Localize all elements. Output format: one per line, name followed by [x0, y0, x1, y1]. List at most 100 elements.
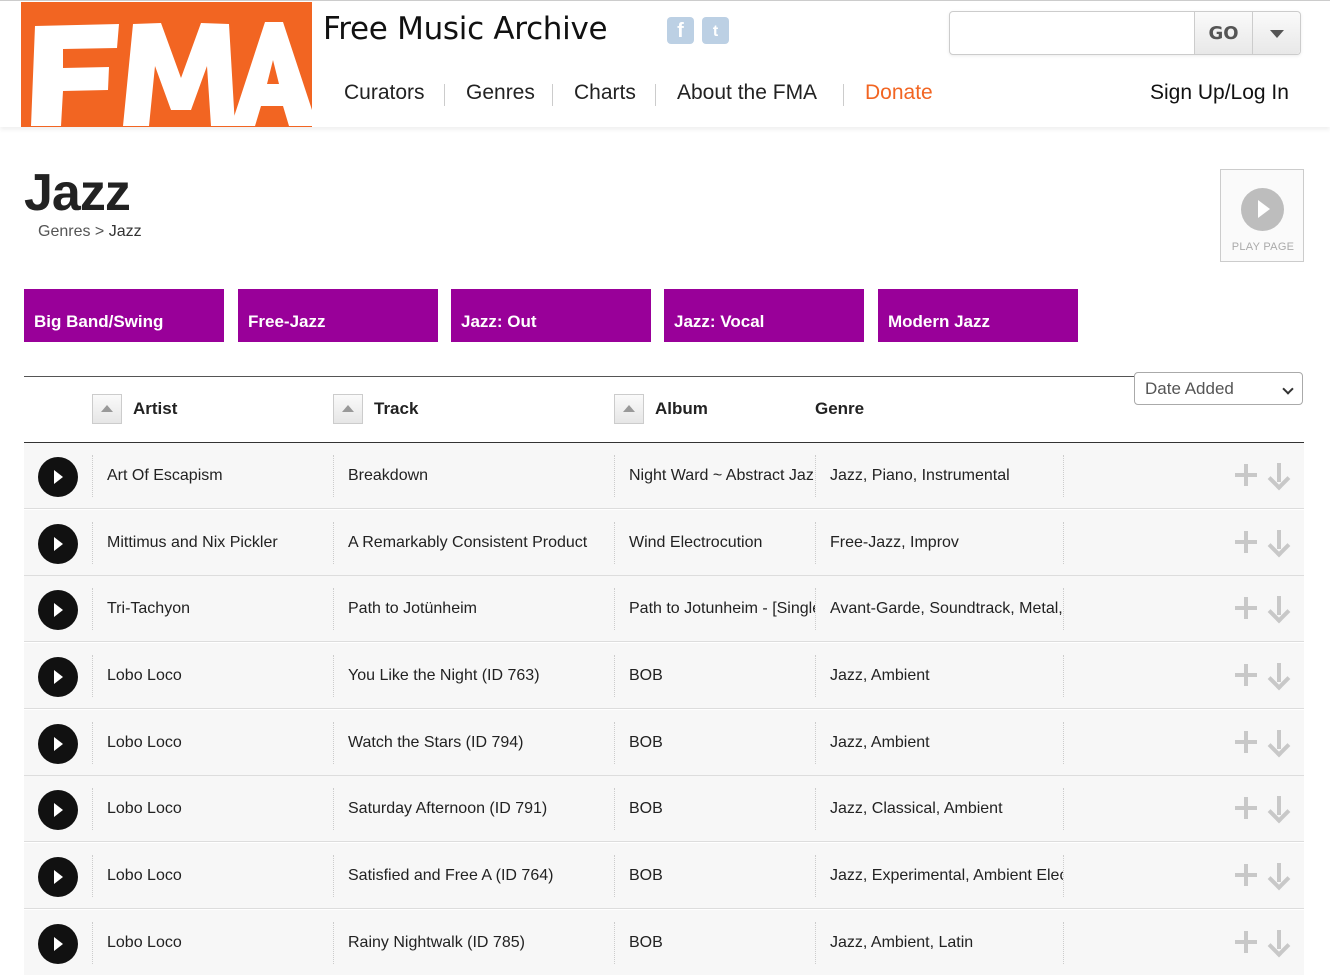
track-link[interactable]: Satisfied and Free A (ID 764): [348, 843, 614, 909]
site-title[interactable]: Free Music Archive: [323, 11, 608, 47]
nav-charts[interactable]: Charts: [552, 81, 636, 106]
play-track-button[interactable]: [38, 924, 78, 964]
table-row: Mittimus and Nix Pickler A Remarkably Con…: [24, 510, 1304, 576]
album-link[interactable]: BOB: [629, 643, 815, 709]
sort-track-button[interactable]: [333, 394, 363, 424]
album-link[interactable]: BOB: [629, 843, 815, 909]
download-icon[interactable]: [1267, 663, 1291, 687]
genre-links[interactable]: Jazz, Ambient: [830, 710, 1063, 776]
table-top-rule: [24, 376, 1134, 377]
album-link[interactable]: Wind Electrocution: [629, 510, 815, 576]
facebook-icon[interactable]: f: [667, 17, 694, 44]
download-icon[interactable]: [1267, 463, 1291, 487]
artist-link[interactable]: Tri-Tachyon: [107, 576, 337, 642]
play-track-button[interactable]: [38, 657, 78, 697]
artist-link[interactable]: Mittimus and Nix Pickler: [107, 510, 337, 576]
add-to-playlist-icon[interactable]: [1235, 531, 1257, 553]
go-button[interactable]: GO: [1194, 12, 1252, 54]
column-divider: [1063, 788, 1064, 830]
add-to-playlist-icon[interactable]: [1235, 664, 1257, 686]
breadcrumb-genres[interactable]: Genres: [38, 223, 90, 240]
artist-link[interactable]: Lobo Loco: [107, 643, 337, 709]
subgenre-jazz-out[interactable]: Jazz: Out: [451, 289, 651, 342]
column-header-genre: Genre: [815, 399, 865, 418]
column-divider: [815, 455, 816, 497]
table-row: Lobo Loco Satisfied and Free A (ID 764) BO…: [24, 843, 1304, 909]
download-icon[interactable]: [1267, 930, 1291, 954]
sort-order-select[interactable]: Date Added: [1134, 372, 1303, 405]
artist-link[interactable]: Art Of Escapism: [107, 443, 337, 509]
search-box: GO: [949, 11, 1301, 55]
column-divider: [333, 922, 334, 964]
album-link[interactable]: BOB: [629, 910, 815, 975]
genre-links[interactable]: Jazz, Ambient: [830, 643, 1063, 709]
track-link[interactable]: Rainy Nightwalk (ID 785): [348, 910, 614, 975]
add-to-playlist-icon[interactable]: [1235, 731, 1257, 753]
signup-login-link[interactable]: Sign Up/Log In: [1150, 81, 1289, 105]
search-input[interactable]: [950, 12, 1194, 54]
play-track-button[interactable]: [38, 724, 78, 764]
nav-curators[interactable]: Curators: [344, 81, 425, 105]
fma-logo-mark: [21, 2, 312, 127]
sort-artist-button[interactable]: [92, 394, 122, 424]
add-to-playlist-icon[interactable]: [1235, 864, 1257, 886]
track-link[interactable]: Saturday Afternoon (ID 791): [348, 776, 614, 842]
column-divider: [614, 588, 615, 630]
genre-links[interactable]: Free-Jazz, Improv: [830, 510, 1063, 576]
genre-links[interactable]: Jazz, Ambient, Latin: [830, 910, 1063, 975]
track-link[interactable]: A Remarkably Consistent Product: [348, 510, 614, 576]
play-page-button[interactable]: PLAY PAGE: [1220, 169, 1304, 262]
add-to-playlist-icon[interactable]: [1235, 931, 1257, 953]
track-link[interactable]: Breakdown: [348, 443, 614, 509]
add-to-playlist-icon[interactable]: [1235, 597, 1257, 619]
play-page-label: PLAY PAGE: [1231, 241, 1295, 253]
genre-links[interactable]: Avant-Garde, Soundtrack, Metal,: [830, 576, 1063, 642]
genre-links[interactable]: Jazz, Piano, Instrumental: [830, 443, 1063, 509]
download-icon[interactable]: [1267, 863, 1291, 887]
search-options-dropdown[interactable]: [1252, 12, 1300, 54]
album-link[interactable]: Path to Jotunheim - [Single: [629, 576, 815, 642]
column-divider: [92, 788, 93, 830]
play-track-button[interactable]: [38, 457, 78, 497]
nav-about[interactable]: About the FMA: [654, 81, 817, 106]
artist-link[interactable]: Lobo Loco: [107, 843, 337, 909]
artist-link[interactable]: Lobo Loco: [107, 710, 337, 776]
column-header-album: Album: [655, 399, 708, 418]
table-row: Lobo Loco Watch the Stars (ID 794) BOB Jazz…: [24, 710, 1304, 776]
play-track-button[interactable]: [38, 857, 78, 897]
download-icon[interactable]: [1267, 530, 1291, 554]
download-icon[interactable]: [1267, 596, 1291, 620]
sort-album-button[interactable]: [614, 394, 644, 424]
subgenre-free-jazz[interactable]: Free-Jazz: [238, 289, 438, 342]
album-link[interactable]: BOB: [629, 776, 815, 842]
table-row: Tri-Tachyon Path to Jotünheim Path to Jotu…: [24, 576, 1304, 642]
track-link[interactable]: Watch the Stars (ID 794): [348, 710, 614, 776]
album-link[interactable]: BOB: [629, 710, 815, 776]
subgenre-jazz-vocal[interactable]: Jazz: Vocal: [664, 289, 864, 342]
artist-link[interactable]: Lobo Loco: [107, 910, 337, 975]
play-track-button[interactable]: [38, 790, 78, 830]
download-icon[interactable]: [1267, 730, 1291, 754]
play-track-button[interactable]: [38, 590, 78, 630]
add-to-playlist-icon[interactable]: [1235, 464, 1257, 486]
genre-links[interactable]: Jazz, Classical, Ambient: [830, 776, 1063, 842]
column-divider: [92, 588, 93, 630]
column-divider: [614, 788, 615, 830]
track-link[interactable]: Path to Jotünheim: [348, 576, 614, 642]
column-divider: [815, 722, 816, 764]
track-link[interactable]: You Like the Night (ID 763): [348, 643, 614, 709]
nav-donate[interactable]: Donate: [843, 81, 933, 106]
album-link[interactable]: Night Ward ~ Abstract Jaz: [629, 443, 815, 509]
genre-links[interactable]: Jazz, Experimental, Ambient Elect: [830, 843, 1063, 909]
add-to-playlist-icon[interactable]: [1235, 797, 1257, 819]
subgenre-big-band-swing[interactable]: Big Band/Swing: [24, 289, 224, 342]
twitter-icon[interactable]: t: [702, 17, 729, 44]
download-icon[interactable]: [1267, 796, 1291, 820]
column-divider: [815, 588, 816, 630]
play-track-button[interactable]: [38, 524, 78, 564]
subgenre-modern-jazz[interactable]: Modern Jazz: [878, 289, 1078, 342]
fma-logo[interactable]: [21, 2, 312, 127]
nav-genres[interactable]: Genres: [444, 81, 535, 106]
table-row: Lobo Loco Rainy Nightwalk (ID 785) BOB Jazz…: [24, 910, 1304, 975]
artist-link[interactable]: Lobo Loco: [107, 776, 337, 842]
